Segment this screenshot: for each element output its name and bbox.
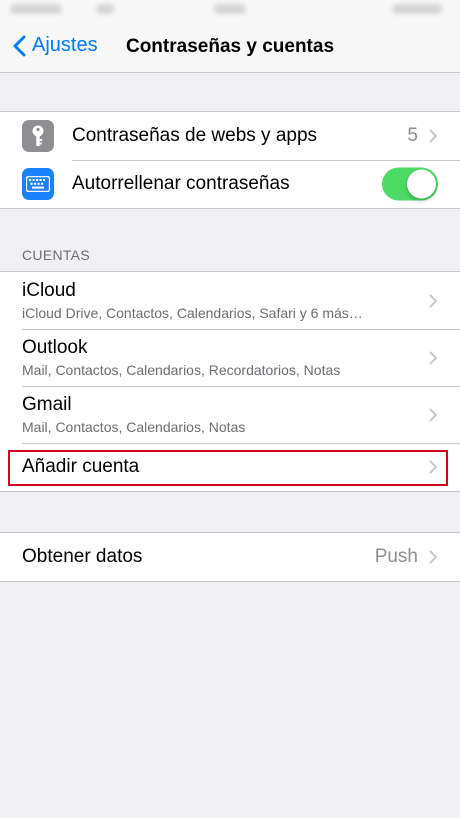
account-row-gmail[interactable]: Gmail Mail, Contactos, Calendarios, Nota… <box>0 386 460 443</box>
fetch-data-value: Push <box>374 546 418 567</box>
passwords-group: Contraseñas de webs y apps 5 Autorrellen… <box>0 111 460 209</box>
network-indicator <box>96 4 114 14</box>
autofill-label: Autorrellenar contraseñas <box>72 173 290 194</box>
page-title: Contraseñas y cuentas <box>125 36 335 57</box>
navigation-bar: Ajustes Contraseñas y cuentas <box>0 22 460 73</box>
account-title: iCloud <box>22 279 76 301</box>
chevron-right-icon <box>429 460 438 474</box>
status-bar <box>0 0 460 22</box>
add-account-row[interactable]: Añadir cuenta <box>0 443 460 491</box>
chevron-right-icon <box>429 293 438 308</box>
add-account-label: Añadir cuenta <box>22 456 140 477</box>
websites-apps-passwords-row[interactable]: Contraseñas de webs y apps 5 <box>0 112 460 160</box>
accounts-section-header: CUENTAS <box>22 247 90 263</box>
key-icon <box>22 120 54 152</box>
autofill-toggle[interactable] <box>382 167 438 201</box>
accounts-group: iCloud iCloud Drive, Contactos, Calendar… <box>0 271 460 492</box>
passwords-label: Contraseñas de webs y apps <box>72 125 318 146</box>
account-services: Mail, Contactos, Calendarios, Notas <box>22 418 246 435</box>
fetch-data-row[interactable]: Obtener datos Push <box>0 533 460 581</box>
passwords-count: 5 <box>407 125 418 146</box>
fetch-data-label: Obtener datos <box>22 546 143 567</box>
keyboard-icon <box>22 168 54 200</box>
account-row-outlook[interactable]: Outlook Mail, Contactos, Calendarios, Re… <box>0 329 460 386</box>
account-title: Outlook <box>22 336 88 358</box>
chevron-right-icon <box>429 350 438 365</box>
chevron-right-icon <box>429 129 438 143</box>
chevron-right-icon <box>429 550 438 564</box>
fetch-group: Obtener datos Push <box>0 532 460 582</box>
account-title: Gmail <box>22 393 72 415</box>
clock <box>214 4 246 14</box>
autofill-passwords-row: Autorrellenar contraseñas <box>0 160 460 208</box>
account-services: Mail, Contactos, Calendarios, Recordator… <box>22 361 341 378</box>
account-row-icloud[interactable]: iCloud iCloud Drive, Contactos, Calendar… <box>0 272 460 329</box>
chevron-right-icon <box>429 407 438 422</box>
battery-indicator <box>392 4 442 14</box>
account-services: iCloud Drive, Contactos, Calendarios, Sa… <box>22 304 363 321</box>
signal-indicator <box>10 4 62 14</box>
toggle-knob <box>407 169 436 199</box>
